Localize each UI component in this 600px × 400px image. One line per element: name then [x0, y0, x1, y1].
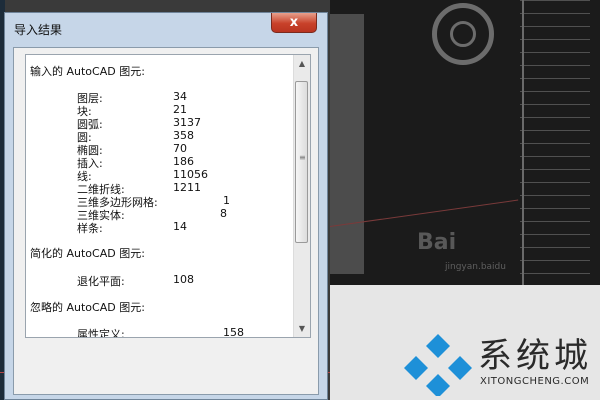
- grip-icon: ≡: [299, 153, 306, 162]
- diamond-logo-icon: [404, 334, 472, 396]
- vertical-scrollbar[interactable]: ▲ ≡ ▼: [293, 55, 310, 337]
- row-label: 退化平面:: [77, 275, 125, 288]
- baidu-watermark: Bai: [417, 230, 457, 255]
- window-title: 导入结果: [14, 23, 63, 37]
- section-title-ignored: 忽略的 AutoCAD 图元:: [30, 301, 145, 314]
- row-value: 358: [173, 129, 194, 142]
- results-textbox[interactable]: 输入的 AutoCAD 图元: 图层: 34 块: 21 圆弧: 3137 圆:…: [25, 54, 311, 338]
- cad-layer-list: [520, 0, 590, 285]
- site-logo: 系统城 XITONGCHENG.COM: [404, 322, 600, 400]
- section-title-input: 输入的 AutoCAD 图元:: [30, 65, 145, 78]
- dialog-client: 输入的 AutoCAD 图元: 图层: 34 块: 21 圆弧: 3137 圆:…: [13, 47, 319, 395]
- close-icon: x: [289, 15, 299, 30]
- scroll-down-arrow-icon[interactable]: ▼: [294, 320, 310, 337]
- row-value: 70: [173, 142, 187, 155]
- close-button[interactable]: x: [271, 13, 317, 33]
- row-value: 158: [223, 326, 244, 338]
- scroll-up-arrow-icon[interactable]: ▲: [294, 55, 310, 72]
- row-value: 8: [220, 207, 227, 220]
- row-value: 1: [223, 194, 230, 207]
- row-value: 34: [173, 90, 187, 103]
- section-title-simplified: 简化的 AutoCAD 图元:: [30, 247, 145, 260]
- row-value: 11056: [173, 168, 208, 181]
- row-label: 样条:: [77, 222, 103, 235]
- cad-side-panel: [330, 14, 364, 274]
- row-value: 21: [173, 103, 187, 116]
- import-result-dialog: 导入结果 x 输入的 AutoCAD 图元: 图层: 34 块: 21 圆弧: …: [4, 12, 328, 400]
- scroll-thumb[interactable]: ≡: [295, 81, 308, 243]
- row-value: 14: [173, 220, 187, 233]
- logo-text: 系统城: [478, 336, 592, 376]
- logo-url: XITONGCHENG.COM: [480, 376, 590, 387]
- row-value: 186: [173, 155, 194, 168]
- titlebar[interactable]: 导入结果 x: [5, 13, 327, 47]
- row-value: 1211: [173, 181, 201, 194]
- cad-layer-divider: [522, 0, 524, 285]
- viewcube-inner-icon: [450, 21, 476, 47]
- row-value: 3137: [173, 116, 201, 129]
- row-label: 属性定义:: [77, 328, 125, 338]
- baidu-watermark-url: jingyan.baidu: [445, 262, 506, 272]
- row-value: 108: [173, 273, 194, 286]
- dialog-footer: [14, 344, 318, 394]
